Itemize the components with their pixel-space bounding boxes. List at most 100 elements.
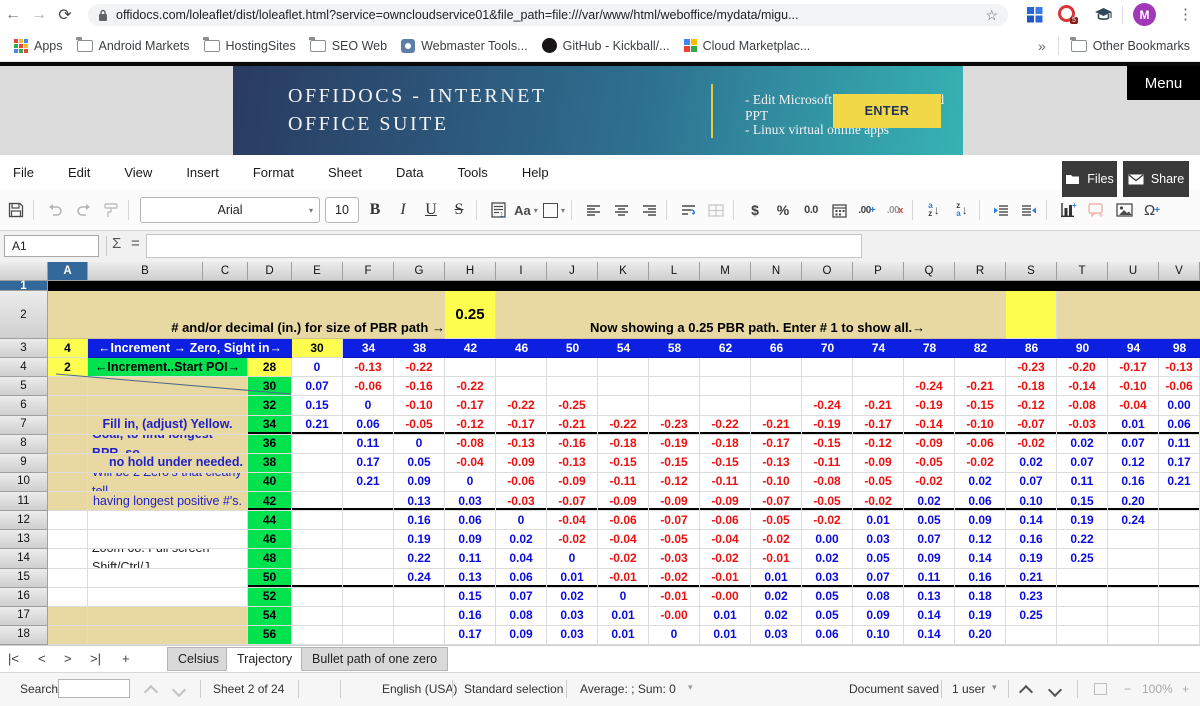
cell[interactable]	[48, 416, 88, 435]
cell[interactable]: 0.03	[751, 626, 802, 645]
cell[interactable]: 0.01	[1108, 416, 1159, 435]
cell[interactable]: 0.08	[853, 588, 904, 607]
cell[interactable]: -0.22	[496, 396, 547, 415]
range-label-cell[interactable]: 50	[248, 569, 292, 588]
cell[interactable]: 0.05	[853, 549, 904, 568]
special-character-button[interactable]: Ω+	[1140, 197, 1164, 223]
cell[interactable]: 0.01	[700, 626, 751, 645]
cell[interactable]: 0.16	[955, 569, 1006, 588]
cell[interactable]: -0.06	[1159, 377, 1200, 396]
row2-region[interactable]: # and/or decimal (in.) for size of PBR p…	[48, 291, 1200, 339]
range-label-cell[interactable]: 46	[248, 530, 292, 549]
decrease-indent-button[interactable]	[1017, 197, 1041, 223]
reload-icon[interactable]: ⟳	[52, 5, 78, 25]
range-label-cell[interactable]: 44	[248, 511, 292, 530]
cell[interactable]: -0.05	[394, 416, 445, 435]
cell[interactable]	[48, 396, 88, 415]
cell[interactable]	[292, 492, 343, 511]
cell[interactable]	[292, 588, 343, 607]
cell[interactable]	[496, 377, 547, 396]
cell[interactable]: 0.19	[1006, 549, 1057, 568]
font-name-select[interactable]: Arial▾	[140, 197, 320, 223]
cell[interactable]	[700, 396, 751, 415]
range-header-cell[interactable]: 34	[343, 339, 394, 358]
column-header[interactable]: A	[48, 262, 88, 281]
cell[interactable]	[48, 626, 88, 645]
cell[interactable]: -0.02	[751, 530, 802, 549]
cell[interactable]	[292, 607, 343, 626]
cell[interactable]	[1159, 549, 1200, 568]
grid-corner[interactable]	[0, 262, 48, 281]
cell[interactable]: -0.02	[649, 569, 700, 588]
cell[interactable]: -0.07	[649, 511, 700, 530]
underline-button[interactable]: U	[419, 197, 443, 223]
range-header-cell[interactable]: 78	[904, 339, 955, 358]
cell[interactable]	[700, 358, 751, 377]
menu-view[interactable]: View	[124, 165, 152, 180]
cell[interactable]: 0.05	[802, 607, 853, 626]
range-header-cell[interactable]: 66	[751, 339, 802, 358]
background-color-button[interactable]: ▾	[542, 197, 566, 223]
cell[interactable]	[48, 511, 88, 530]
files-button[interactable]: Files	[1062, 161, 1117, 197]
range-label-cell[interactable]: 30	[248, 377, 292, 396]
cell[interactable]: 0.09	[955, 511, 1006, 530]
cell[interactable]: 0.05	[904, 511, 955, 530]
font-size-select[interactable]: 10	[325, 197, 359, 223]
cell[interactable]: -0.24	[802, 396, 853, 415]
cell[interactable]: 0.13	[904, 588, 955, 607]
cell[interactable]: -0.02	[853, 492, 904, 511]
cell[interactable]	[751, 377, 802, 396]
cell[interactable]: 0.21	[1159, 473, 1200, 492]
row-header[interactable]: 15	[0, 569, 48, 588]
cell[interactable]	[496, 358, 547, 377]
cell[interactable]: -0.09	[496, 454, 547, 473]
cell[interactable]	[343, 492, 394, 511]
range-label-cell[interactable]: 40	[248, 473, 292, 492]
range-header-cell[interactable]: 50	[547, 339, 598, 358]
search-next-icon[interactable]	[174, 684, 184, 698]
cell[interactable]	[802, 358, 853, 377]
format-cells-icon[interactable]: 1	[486, 197, 510, 223]
cell[interactable]: 0.09	[904, 549, 955, 568]
cell[interactable]: 0.03	[853, 530, 904, 549]
cell[interactable]: -0.13	[751, 454, 802, 473]
scroll-down-icon[interactable]	[1050, 684, 1060, 698]
avatar[interactable]: M	[1133, 3, 1156, 26]
column-header[interactable]: I	[496, 262, 547, 281]
cell[interactable]	[700, 377, 751, 396]
cell[interactable]: -0.15	[700, 454, 751, 473]
cell[interactable]: -0.01	[700, 569, 751, 588]
cell[interactable]: -0.02	[1006, 435, 1057, 454]
pbr-size-value-cell[interactable]: 0.25	[445, 291, 496, 339]
row-header[interactable]: 8	[0, 435, 48, 454]
range-label-cell[interactable]: 32	[248, 396, 292, 415]
row-header[interactable]: 2	[0, 291, 48, 339]
range-header-cell[interactable]: 90	[1057, 339, 1108, 358]
cell[interactable]: -0.06	[598, 511, 649, 530]
cell[interactable]: 0.18	[955, 588, 1006, 607]
cell[interactable]: Zoom 68. Full screen Shift/Ctrl/J	[88, 549, 248, 568]
cell[interactable]: -0.17	[445, 396, 496, 415]
cell[interactable]: -0.05	[649, 530, 700, 549]
cell[interactable]: 0.01	[547, 569, 598, 588]
bookmarks-overflow-icon[interactable]: »	[1038, 38, 1046, 54]
cell[interactable]: -0.15	[649, 454, 700, 473]
cell[interactable]	[88, 588, 248, 607]
cell[interactable]	[292, 549, 343, 568]
cell[interactable]: -0.02	[955, 454, 1006, 473]
cell[interactable]	[394, 588, 445, 607]
column-header[interactable]: S	[1006, 262, 1057, 281]
offidocs-banner[interactable]: OFFIDOCS - INTERNET OFFICE SUITE - Edit …	[233, 66, 963, 155]
cell[interactable]: -0.19	[802, 416, 853, 435]
insert-chart-button[interactable]: +	[1056, 197, 1080, 223]
cell[interactable]: 0.01	[751, 569, 802, 588]
cell[interactable]: -0.04	[1108, 396, 1159, 415]
share-button[interactable]: Share	[1123, 161, 1189, 197]
other-bookmarks[interactable]: Other Bookmarks	[1093, 39, 1190, 53]
cell[interactable]: -0.08	[445, 435, 496, 454]
cell[interactable]: 0.19	[955, 607, 1006, 626]
cell[interactable]: 0.02	[904, 492, 955, 511]
cell[interactable]: Will be 2 Zero's that clearly tell,	[88, 473, 248, 492]
wrap-text-button[interactable]	[676, 197, 700, 223]
